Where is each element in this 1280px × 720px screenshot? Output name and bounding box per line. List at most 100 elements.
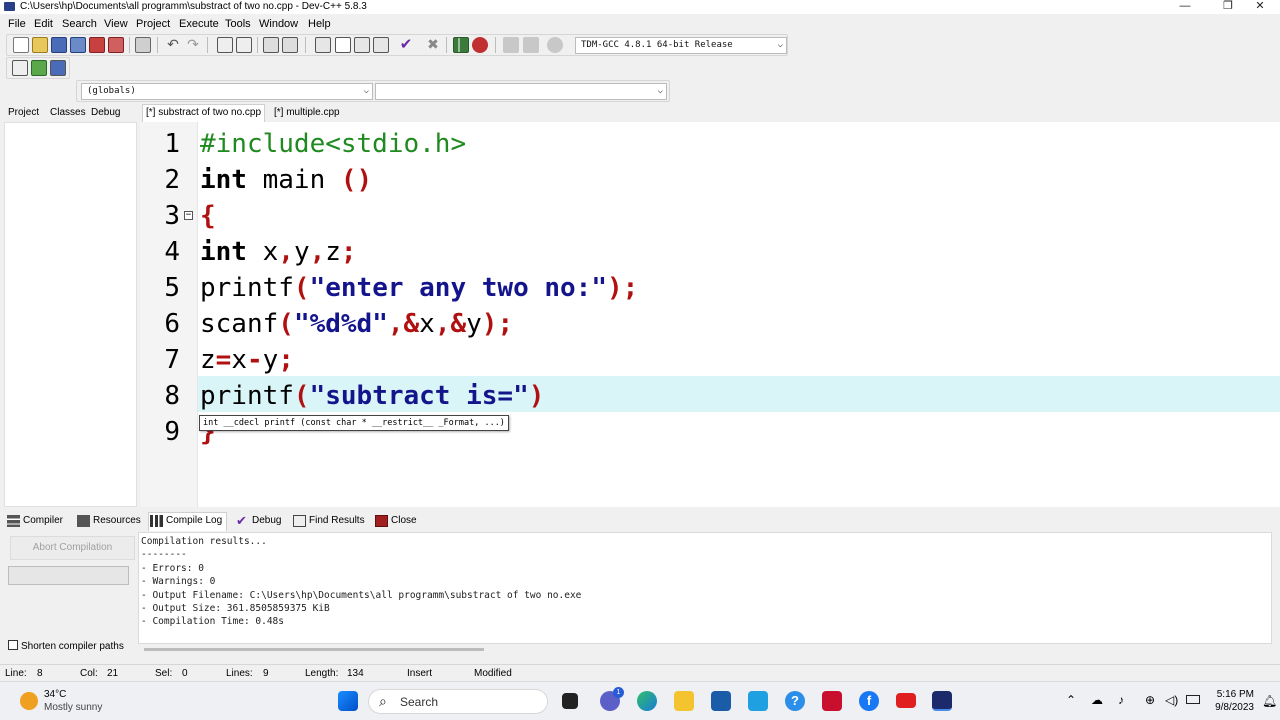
scope-select[interactable]: (globals) ⌵ — [81, 83, 373, 100]
facebook-icon[interactable]: f — [859, 691, 879, 711]
compile-progress-bar — [8, 566, 129, 585]
find-icon[interactable] — [217, 37, 233, 53]
weather-temp[interactable]: 34°C — [44, 688, 66, 701]
main-toolbar: ↶ ↷ ✔ ✖ TDM-GCC 4.8.1 64-bit Release ⌵ — [6, 34, 788, 56]
clock-date[interactable]: 9/8/2023 — [1208, 701, 1254, 714]
menu-search[interactable]: Search — [60, 17, 99, 31]
abort-compilation-button[interactable]: Abort Compilation — [10, 536, 135, 560]
status-lines: 9 — [263, 668, 269, 679]
insert-icon[interactable] — [12, 60, 28, 76]
scope-toolbar: (globals) ⌵ ⌵ — [76, 80, 670, 102]
tab-debug[interactable]: Debug — [91, 106, 120, 120]
compile-log-chart-icon — [150, 515, 163, 527]
compile-log-output[interactable]: Compilation results... -------- - Errors: … — [138, 532, 1272, 644]
stop-icon[interactable]: ✖ — [425, 37, 441, 53]
task-view-icon[interactable] — [562, 693, 578, 709]
help-icon[interactable]: ? — [785, 691, 805, 711]
notification-bell-icon[interactable]: 🔔︎ — [1262, 693, 1277, 709]
close-window-button[interactable]: ✕ — [1240, 0, 1280, 14]
status-sel-label: Sel: — [155, 668, 173, 679]
fold-collapse-icon[interactable]: − — [184, 211, 193, 220]
code-line-6: scanf("%d%d",&x,&y); — [200, 309, 514, 339]
tab-resources[interactable]: Resources — [76, 513, 141, 529]
shorten-paths-checkbox[interactable]: Shorten compiler paths — [8, 640, 124, 653]
weather-sun-icon[interactable] — [20, 692, 38, 710]
replace-icon[interactable] — [236, 37, 252, 53]
status-col: 21 — [107, 668, 119, 679]
edge-browser-icon[interactable] — [637, 691, 657, 711]
menu-file[interactable]: File — [6, 17, 28, 31]
indent-icon[interactable] — [263, 37, 279, 53]
network-icon[interactable]: ⊕ — [1145, 692, 1155, 708]
status-col-label: Col: — [80, 668, 98, 679]
menu-tools[interactable]: Tools — [223, 17, 253, 31]
menu-edit[interactable]: Edit — [32, 17, 55, 31]
save-all-icon[interactable] — [70, 37, 86, 53]
tab-compile-log[interactable]: Compile Log — [148, 512, 228, 531]
close-file-icon[interactable] — [89, 37, 105, 53]
print-icon[interactable] — [135, 37, 151, 53]
file-tab-multiple[interactable]: [*] multiple.cpp — [271, 106, 343, 120]
battery-icon[interactable] — [1186, 695, 1200, 704]
check-syntax-icon[interactable]: ✔ — [398, 37, 414, 53]
chevron-up-icon[interactable]: ⌃ — [1066, 692, 1076, 708]
unindent-icon[interactable] — [282, 37, 298, 53]
redo-icon[interactable]: ↷ — [185, 37, 201, 53]
profile-icon[interactable] — [472, 37, 488, 53]
debug-check-icon: ✔ — [236, 513, 247, 528]
tab-close[interactable]: Close — [374, 513, 417, 529]
tab-debug-label: Debug — [252, 515, 282, 526]
microphone-icon[interactable]: ♪ — [1118, 692, 1124, 708]
debug-icon[interactable] — [547, 37, 563, 53]
new-file-icon[interactable] — [13, 37, 29, 53]
checkbox-box[interactable] — [8, 640, 18, 650]
grid-icon[interactable] — [373, 37, 389, 53]
save-icon[interactable] — [51, 37, 67, 53]
status-length: 134 — [347, 668, 364, 679]
chevron-down-icon: ⌵ — [657, 86, 663, 96]
code-editor[interactable]: 1 2 3 4 5 6 7 8 9 − #include<stdio.h> in… — [140, 122, 1280, 507]
goto-line-icon[interactable] — [31, 60, 47, 76]
log-horizontal-scrollbar[interactable] — [144, 648, 484, 651]
app-icon[interactable] — [748, 691, 768, 711]
tab-debug-bottom[interactable]: ✔ Debug — [235, 513, 281, 529]
clock-time[interactable]: 5:16 PM — [1212, 688, 1254, 701]
goto-bookmark-icon[interactable] — [503, 37, 519, 53]
undo-icon[interactable]: ↶ — [165, 37, 181, 53]
menu-window[interactable]: Window — [257, 17, 300, 31]
compiler-select[interactable]: TDM-GCC 4.8.1 64-bit Release ⌵ — [575, 37, 787, 54]
scope-select-value: (globals) — [87, 86, 136, 96]
tab-close-label: Close — [391, 515, 417, 526]
youtube-icon[interactable] — [896, 693, 916, 708]
tab-find-results[interactable]: Find Results — [292, 513, 365, 529]
chart-icon[interactable] — [453, 37, 469, 53]
volume-icon[interactable]: ◁) — [1165, 692, 1178, 708]
status-modified: Modified — [474, 668, 512, 679]
project-options-icon[interactable] — [354, 37, 370, 53]
line-number: 3 — [164, 201, 180, 231]
class-browser-icon[interactable] — [50, 60, 66, 76]
tab-classes[interactable]: Classes — [50, 106, 86, 120]
devcpp-taskbar-icon[interactable] — [932, 691, 952, 711]
store-icon[interactable] — [711, 691, 731, 711]
menu-help[interactable]: Help — [306, 17, 333, 31]
file-tab-active[interactable]: [*] substract of two no.cpp — [142, 104, 266, 122]
tab-project[interactable]: Project — [8, 106, 39, 120]
new-project-icon[interactable] — [315, 37, 331, 53]
close-all-icon[interactable] — [108, 37, 124, 53]
minimize-button[interactable]: — — [1165, 0, 1205, 14]
taskbar-search[interactable]: ⌕ Search — [368, 689, 548, 714]
open-file-icon[interactable] — [32, 37, 48, 53]
weather-desc[interactable]: Mostly sunny — [44, 701, 102, 714]
windows-start-icon[interactable] — [338, 691, 358, 711]
menu-execute[interactable]: Execute — [177, 17, 221, 31]
tab-compiler[interactable]: Compiler — [6, 513, 63, 529]
toggle-bookmark-icon[interactable] — [523, 37, 539, 53]
window-icon[interactable] — [335, 37, 351, 53]
menu-project[interactable]: Project — [134, 17, 172, 31]
file-explorer-icon[interactable] — [674, 691, 694, 711]
mcafee-icon[interactable] — [822, 691, 842, 711]
cloud-icon[interactable]: ☁ — [1091, 692, 1103, 708]
menu-view[interactable]: View — [102, 17, 130, 31]
function-select[interactable]: ⌵ — [375, 83, 667, 100]
